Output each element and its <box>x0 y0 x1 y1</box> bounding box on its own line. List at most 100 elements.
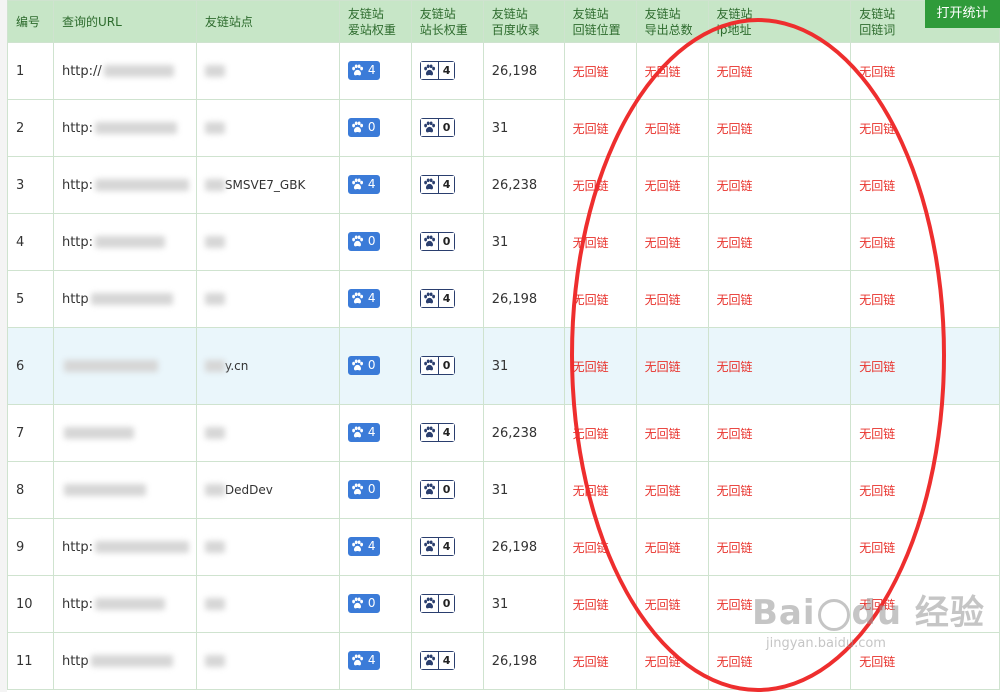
cell-query-url[interactable]: http: <box>52 99 197 157</box>
cell-backlink-position: 无回链 <box>563 42 637 100</box>
cell-query-url[interactable] <box>52 327 197 405</box>
cell-export-count: 无回链 <box>635 42 709 100</box>
baidu-paw-icon <box>348 652 366 669</box>
cell-chinaz-weight: 4 <box>410 270 484 328</box>
cell-baidu-index: 31 <box>482 327 565 405</box>
chinaz-weight-badge[interactable]: 4 <box>419 537 456 556</box>
cell-aizhan-weight: 4 <box>338 518 412 576</box>
header-chinaz-weight[interactable]: 友链站 站长权重 <box>410 0 484 43</box>
cell-chinaz-weight: 0 <box>410 99 484 157</box>
cell-id: 3 <box>7 156 54 214</box>
friend-site-link[interactable]: DedDev <box>225 483 273 497</box>
cell-friend-site[interactable] <box>195 42 340 100</box>
cell-query-url[interactable]: http <box>52 632 197 690</box>
baidu-paw-icon <box>420 538 438 555</box>
cell-friend-site[interactable]: y.cn <box>195 327 340 405</box>
header-baidu-index[interactable]: 友链站 百度收录 <box>482 0 565 43</box>
cell-chinaz-weight: 4 <box>410 156 484 214</box>
cell-friend-site[interactable] <box>195 99 340 157</box>
cell-backlink-word: 无回链 <box>850 404 1000 462</box>
cell-export-count: 无回链 <box>635 270 709 328</box>
header-ip-address[interactable]: 友链站 ip地址 <box>707 0 852 43</box>
query-url-link[interactable]: http: <box>62 540 93 555</box>
aizhan-weight-badge[interactable]: 0 <box>347 232 381 251</box>
chinaz-weight-badge[interactable]: 0 <box>419 594 456 613</box>
aizhan-weight-badge[interactable]: 0 <box>347 118 381 137</box>
cell-friend-site[interactable] <box>195 270 340 328</box>
baidu-jingyan-watermark: Bai du 经验 jingyan.baidu.com <box>752 593 985 651</box>
chinaz-weight-badge[interactable]: 0 <box>419 480 456 499</box>
query-url-link[interactable]: http: <box>62 121 93 136</box>
aizhan-weight-badge[interactable]: 4 <box>347 61 381 80</box>
header-id[interactable]: 编号 <box>7 0 54 43</box>
chinaz-weight-badge[interactable]: 0 <box>419 232 456 251</box>
open-stats-button[interactable]: 打开统计 <box>925 0 1000 28</box>
cell-query-url[interactable]: http: <box>52 518 197 576</box>
chinaz-weight-badge[interactable]: 4 <box>419 175 456 194</box>
friend-site-link[interactable]: SMSVE7_GBK <box>225 178 305 192</box>
cell-backlink-word: 无回链 <box>850 42 1000 100</box>
cell-friend-site[interactable]: DedDev <box>195 461 340 519</box>
query-url-link[interactable]: http: <box>62 178 93 193</box>
cell-aizhan-weight: 4 <box>338 270 412 328</box>
redacted-site <box>204 484 225 496</box>
redacted-site <box>204 655 225 667</box>
header-aizhan-weight[interactable]: 友链站 爱站权重 <box>338 0 412 43</box>
aizhan-weight-badge[interactable]: 4 <box>347 423 381 442</box>
cell-query-url[interactable]: http <box>52 270 197 328</box>
redacted-url <box>63 427 134 439</box>
chinaz-weight-badge[interactable]: 4 <box>419 289 456 308</box>
query-url-link[interactable]: http:// <box>62 64 102 79</box>
header-url[interactable]: 查询的URL <box>52 0 197 43</box>
chinaz-weight-badge[interactable]: 4 <box>419 651 456 670</box>
chinaz-weight-badge[interactable]: 4 <box>419 423 456 442</box>
chinaz-weight-badge[interactable]: 4 <box>419 61 456 80</box>
baidu-paw-icon <box>420 176 438 193</box>
cell-backlink-word: 无回链 <box>850 327 1000 405</box>
header-export-count[interactable]: 友链站 导出总数 <box>635 0 709 43</box>
aizhan-weight-badge[interactable]: 0 <box>347 480 381 499</box>
cell-friend-site[interactable] <box>195 404 340 462</box>
redacted-url <box>95 541 190 553</box>
aizhan-weight-badge[interactable]: 4 <box>347 289 381 308</box>
redacted-site <box>204 236 225 248</box>
cell-baidu-index: 31 <box>482 213 565 271</box>
aizhan-weight-badge[interactable]: 4 <box>347 537 381 556</box>
query-url-link[interactable]: http <box>62 292 89 307</box>
redacted-url <box>63 360 158 372</box>
cell-query-url[interactable]: http: <box>52 156 197 214</box>
query-url-link[interactable]: http: <box>62 235 93 250</box>
aizhan-weight-badge[interactable]: 4 <box>347 651 381 670</box>
query-url-link[interactable]: http <box>62 654 89 669</box>
query-url-link[interactable]: http: <box>62 597 93 612</box>
cell-friend-site[interactable] <box>195 632 340 690</box>
cell-query-url[interactable]: http:// <box>52 42 197 100</box>
table-row: 5 http 4 4 26,198 无回链 无回链 无回链 无回链 <box>7 270 1000 328</box>
table-header-row: 编号 查询的URL 友链站点 友链站 爱站权重 友链站 站长权重 友链站 百度收录 友… <box>7 0 1000 43</box>
cell-friend-site[interactable]: SMSVE7_GBK <box>195 156 340 214</box>
cell-backlink-position: 无回链 <box>563 213 637 271</box>
aizhan-weight-badge[interactable]: 0 <box>347 594 381 613</box>
cell-query-url[interactable] <box>52 404 197 462</box>
cell-chinaz-weight: 4 <box>410 404 484 462</box>
chinaz-weight-badge[interactable]: 0 <box>419 356 456 375</box>
table-row: 6 y.cn 0 0 31 无回链 无回链 无回链 无回链 <box>7 327 1000 405</box>
friend-site-link[interactable]: y.cn <box>225 359 248 373</box>
chinaz-weight-badge[interactable]: 0 <box>419 118 456 137</box>
left-edge <box>0 0 7 692</box>
cell-query-url[interactable] <box>52 461 197 519</box>
cell-friend-site[interactable] <box>195 518 340 576</box>
aizhan-weight-badge[interactable]: 0 <box>347 356 381 375</box>
cell-friend-site[interactable] <box>195 213 340 271</box>
header-site[interactable]: 友链站点 <box>195 0 340 43</box>
cell-friend-site[interactable] <box>195 575 340 633</box>
cell-ip-address: 无回链 <box>707 99 852 157</box>
header-backlink-position[interactable]: 友链站 回链位置 <box>563 0 637 43</box>
table-row: 3 http: SMSVE7_GBK 4 4 26,238 无回链 无回链 无回… <box>7 156 1000 214</box>
cell-query-url[interactable]: http: <box>52 575 197 633</box>
cell-backlink-position: 无回链 <box>563 404 637 462</box>
cell-query-url[interactable]: http: <box>52 213 197 271</box>
aizhan-weight-badge[interactable]: 4 <box>347 175 381 194</box>
redacted-url <box>63 484 146 496</box>
cell-baidu-index: 26,198 <box>482 270 565 328</box>
